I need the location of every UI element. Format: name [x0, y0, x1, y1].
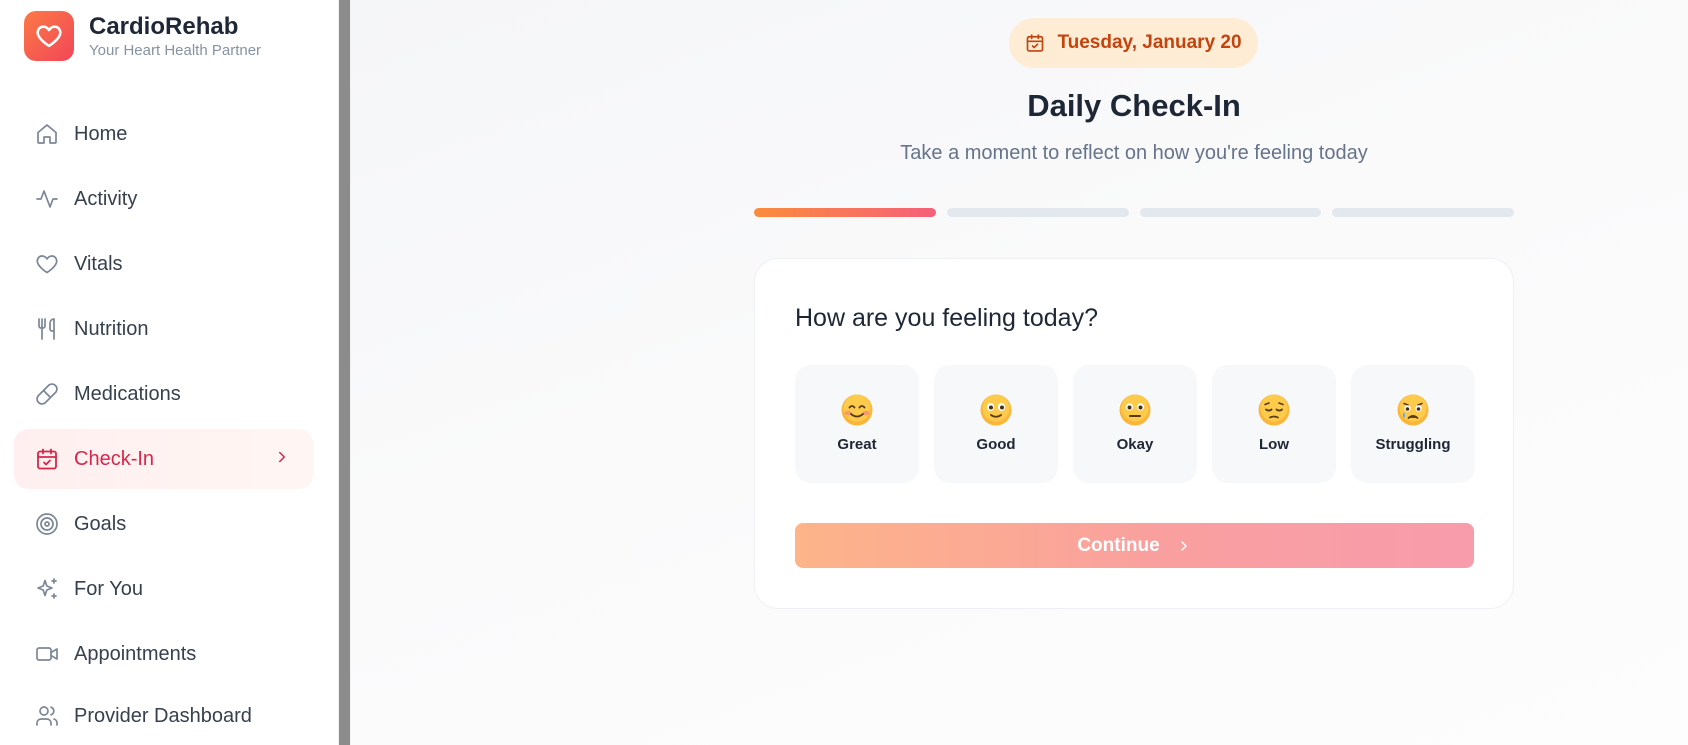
brand[interactable]: CardioRehab Your Heart Health Partner: [24, 11, 261, 61]
mood-options: Great Good Okay Low Struggling: [795, 365, 1475, 483]
utensils-icon: [34, 316, 60, 342]
mood-label: Good: [976, 436, 1016, 453]
page-title: Daily Check-In: [1027, 88, 1241, 123]
sidebar-item-label: Goals: [74, 512, 127, 535]
mood-option-struggling[interactable]: Struggling: [1351, 365, 1475, 483]
sidebar-item-label: Provider Dashboard: [74, 704, 252, 727]
sidebar-item-medications[interactable]: Medications: [14, 364, 313, 424]
page-subtitle: Take a moment to reflect on how you're f…: [900, 142, 1368, 164]
sidebar-scrollbar[interactable]: [338, 0, 351, 745]
pill-icon: [34, 381, 60, 407]
mood-option-okay[interactable]: Okay: [1073, 365, 1197, 483]
sidebar-item-provider-dashboard[interactable]: Provider Dashboard: [14, 689, 313, 743]
heart-icon: [34, 251, 60, 277]
mood-label: Great: [837, 436, 877, 453]
sidebar-item-label: Home: [74, 122, 128, 145]
sidebar-item-nutrition[interactable]: Nutrition: [14, 299, 313, 359]
calendar-check-icon: [34, 446, 60, 472]
check-in-card: How are you feeling today? Great Good Ok…: [754, 258, 1514, 609]
sidebar-item-for-you[interactable]: For You: [14, 559, 313, 619]
progress-step-3: [1139, 208, 1322, 217]
sidebar-item-label: Activity: [74, 187, 138, 210]
sidebar-item-label: Check-In: [74, 447, 155, 470]
sidebar-item-label: Medications: [74, 382, 181, 405]
sidebar-item-goals[interactable]: Goals: [14, 494, 313, 554]
continue-button[interactable]: Continue: [795, 523, 1474, 568]
sidebar: CardioRehab Your Heart Health Partner Ho…: [0, 0, 338, 745]
mood-option-good[interactable]: Good: [934, 365, 1058, 483]
date-badge: Tuesday, January 20: [1009, 18, 1258, 68]
video-icon: [34, 641, 60, 667]
neutral-face-icon: [1119, 394, 1151, 426]
progress-step-2: [946, 208, 1129, 217]
mood-label: Okay: [1116, 436, 1154, 453]
activity-icon: [34, 186, 60, 212]
chevron-right-icon: [1176, 538, 1192, 554]
scrollbar-thumb[interactable]: [339, 0, 350, 745]
sidebar-item-label: Vitals: [74, 252, 123, 275]
sidebar-item-home[interactable]: Home: [14, 104, 313, 164]
sidebar-item-check-in[interactable]: Check-In: [14, 429, 313, 489]
sidebar-nav: Home Activity Vitals Nutrition Medicatio…: [14, 104, 313, 745]
app-tagline: Your Heart Health Partner: [89, 41, 262, 59]
mood-option-great[interactable]: Great: [795, 365, 919, 483]
continue-label: Continue: [1077, 534, 1160, 556]
target-icon: [34, 511, 60, 537]
users-icon: [34, 703, 60, 729]
mood-label: Struggling: [1375, 436, 1451, 453]
chevron-right-icon: [273, 448, 291, 471]
mood-label: Low: [1259, 436, 1289, 453]
sidebar-item-appointments[interactable]: Appointments: [14, 624, 313, 684]
sidebar-item-vitals[interactable]: Vitals: [14, 234, 313, 294]
slightly-smiling-face-icon: [980, 394, 1012, 426]
mood-option-low[interactable]: Low: [1212, 365, 1336, 483]
progress-step-4: [1332, 208, 1514, 217]
sidebar-item-label: Nutrition: [74, 317, 149, 340]
heart-icon: [36, 25, 62, 48]
question-heading: How are you feeling today?: [795, 304, 1098, 332]
sidebar-item-activity[interactable]: Activity: [14, 169, 313, 229]
sparkles-icon: [34, 576, 60, 602]
sidebar-item-label: Appointments: [74, 642, 197, 665]
step-progress: [754, 208, 1514, 217]
app-name: CardioRehab: [89, 12, 239, 40]
sidebar-item-label: For You: [74, 577, 143, 600]
smiling-face-icon: [841, 394, 873, 426]
crying-face-icon: [1397, 394, 1429, 426]
date-text: Tuesday, January 20: [1057, 32, 1242, 53]
progress-step-1: [754, 208, 936, 217]
app-logo: [24, 11, 74, 61]
calendar-check-icon: [1025, 33, 1045, 53]
pensive-face-icon: [1258, 394, 1290, 426]
home-icon: [34, 121, 60, 147]
